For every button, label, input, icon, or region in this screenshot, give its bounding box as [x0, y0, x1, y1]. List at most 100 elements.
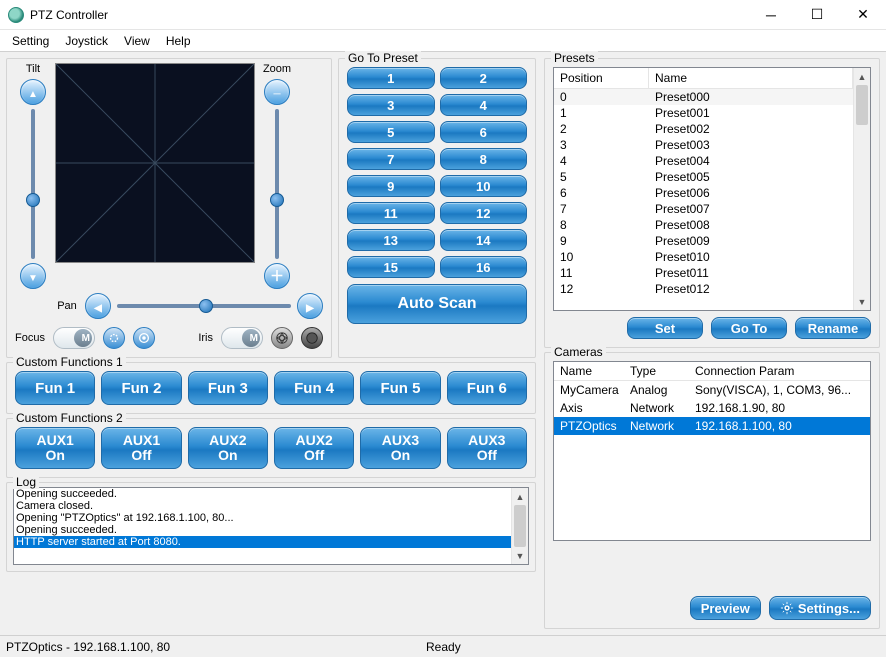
preset-position-cell: 5 [554, 169, 649, 185]
fun-1-button[interactable]: Fun 1 [15, 371, 95, 405]
iris-open-button[interactable] [271, 327, 293, 349]
fun-6-button[interactable]: Fun 6 [447, 371, 527, 405]
goto-preset-6-button[interactable]: 6 [440, 121, 528, 143]
close-button[interactable]: ✕ [840, 0, 886, 30]
tilt-up-button[interactable] [20, 79, 46, 105]
goto-preset-1-button[interactable]: 1 [347, 67, 435, 89]
goto-preset-12-button[interactable]: 12 [440, 202, 528, 224]
iris-mode-toggle[interactable]: M [221, 327, 263, 349]
settings-button[interactable]: Settings... [769, 596, 871, 620]
preview-button[interactable]: Preview [690, 596, 761, 620]
menu-help[interactable]: Help [166, 34, 191, 48]
camera-conn-cell: 192.168.1.90, 80 [689, 399, 870, 417]
menu-joystick[interactable]: Joystick [65, 34, 108, 48]
preset-row[interactable]: 2Preset002 [554, 121, 853, 137]
preset-row[interactable]: 0Preset000 [554, 89, 853, 105]
preset-row[interactable]: 11Preset011 [554, 265, 853, 281]
camera-row[interactable]: MyCameraAnalogSony(VISCA), 1, COM3, 96..… [554, 381, 870, 399]
goto-preset-5-button[interactable]: 5 [347, 121, 435, 143]
fun-4-button[interactable]: Fun 4 [274, 371, 354, 405]
fun-2-button[interactable]: Fun 2 [101, 371, 181, 405]
pan-right-button[interactable] [297, 293, 323, 319]
log-scrollbar[interactable]: ▲ ▼ [511, 488, 528, 564]
preset-name-cell: Preset008 [649, 217, 853, 233]
preset-row[interactable]: 8Preset008 [554, 217, 853, 233]
goto-preset-7-button[interactable]: 7 [347, 148, 435, 170]
preset-row[interactable]: 3Preset003 [554, 137, 853, 153]
goto-preset-14-button[interactable]: 14 [440, 229, 528, 251]
aux-button-4[interactable]: AUX3On [360, 427, 440, 469]
log-line[interactable]: HTTP server started at Port 8080. [14, 536, 511, 548]
scroll-down-icon[interactable]: ▼ [512, 547, 528, 564]
minimize-button[interactable]: ─ [748, 0, 794, 30]
scroll-up-icon[interactable]: ▲ [512, 488, 528, 505]
goto-preset-10-button[interactable]: 10 [440, 175, 528, 197]
zoom-in-button[interactable] [264, 263, 290, 289]
log-line[interactable]: Opening succeeded. [14, 488, 511, 500]
goto-preset-13-button[interactable]: 13 [347, 229, 435, 251]
preset-rename-button[interactable]: Rename [795, 317, 871, 339]
cameras-col-name[interactable]: Name [554, 362, 624, 380]
pan-slider[interactable] [117, 297, 291, 315]
scroll-up-icon[interactable]: ▲ [854, 68, 870, 85]
tilt-down-button[interactable] [20, 263, 46, 289]
camera-type-cell: Network [624, 417, 689, 435]
cameras-list[interactable]: Name Type Connection Param MyCameraAnalo… [553, 361, 871, 541]
log-list[interactable]: Opening succeeded.Camera closed.Opening … [13, 487, 529, 565]
goto-preset-16-button[interactable]: 16 [440, 256, 528, 278]
goto-preset-4-button[interactable]: 4 [440, 94, 528, 116]
goto-preset-9-button[interactable]: 9 [347, 175, 435, 197]
menu-view[interactable]: View [124, 34, 150, 48]
maximize-button[interactable]: ☐ [794, 0, 840, 30]
focus-near-icon [107, 331, 121, 345]
log-line[interactable]: Opening "PTZOptics" at 192.168.1.100, 80… [14, 512, 511, 524]
goto-preset-11-button[interactable]: 11 [347, 202, 435, 224]
fun-3-button[interactable]: Fun 3 [188, 371, 268, 405]
scroll-down-icon[interactable]: ▼ [854, 293, 870, 310]
aux-button-2[interactable]: AUX2On [188, 427, 268, 469]
aux-button-1[interactable]: AUX1Off [101, 427, 181, 469]
ptz-canvas[interactable] [55, 63, 255, 263]
camera-row[interactable]: PTZOpticsNetwork192.168.1.100, 80 [554, 417, 870, 435]
aux-button-5[interactable]: AUX3Off [447, 427, 527, 469]
preset-set-button[interactable]: Set [627, 317, 703, 339]
goto-preset-8-button[interactable]: 8 [440, 148, 528, 170]
aux-button-0[interactable]: AUX1On [15, 427, 95, 469]
camera-row[interactable]: AxisNetwork192.168.1.90, 80 [554, 399, 870, 417]
aux-button-3[interactable]: AUX2Off [274, 427, 354, 469]
cameras-col-type[interactable]: Type [624, 362, 689, 380]
focus-mode-toggle[interactable]: M [53, 327, 95, 349]
presets-col-name[interactable]: Name [649, 68, 853, 88]
preset-row[interactable]: 7Preset007 [554, 201, 853, 217]
goto-preset-15-button[interactable]: 15 [347, 256, 435, 278]
preset-row[interactable]: 5Preset005 [554, 169, 853, 185]
preset-row[interactable]: 9Preset009 [554, 233, 853, 249]
preset-row[interactable]: 6Preset006 [554, 185, 853, 201]
aux-line2: Off [304, 448, 324, 463]
focus-near-button[interactable] [103, 327, 125, 349]
log-line[interactable]: Camera closed. [14, 500, 511, 512]
preset-row[interactable]: 1Preset001 [554, 105, 853, 121]
zoom-slider[interactable] [268, 109, 286, 259]
auto-scan-button[interactable]: Auto Scan [347, 284, 527, 324]
presets-list[interactable]: Position Name 0Preset0001Preset0012Prese… [553, 67, 871, 311]
goto-preset-3-button[interactable]: 3 [347, 94, 435, 116]
preset-row[interactable]: 10Preset010 [554, 249, 853, 265]
zoom-out-button[interactable] [264, 79, 290, 105]
iris-close-button[interactable] [301, 327, 323, 349]
tilt-slider[interactable] [24, 109, 42, 259]
fun-5-button[interactable]: Fun 5 [360, 371, 440, 405]
preset-position-cell: 2 [554, 121, 649, 137]
preset-goto-button[interactable]: Go To [711, 317, 787, 339]
focus-far-button[interactable] [133, 327, 155, 349]
preset-row[interactable]: 12Preset012 [554, 281, 853, 297]
log-line[interactable]: Opening succeeded. [14, 524, 511, 536]
goto-preset-2-button[interactable]: 2 [440, 67, 528, 89]
menu-setting[interactable]: Setting [12, 34, 49, 48]
presets-col-position[interactable]: Position [554, 68, 649, 88]
preset-row[interactable]: 4Preset004 [554, 153, 853, 169]
preset-position-cell: 10 [554, 249, 649, 265]
pan-left-button[interactable] [85, 293, 111, 319]
presets-scrollbar[interactable]: ▲ ▼ [853, 68, 870, 310]
cameras-col-conn[interactable]: Connection Param [689, 362, 870, 380]
